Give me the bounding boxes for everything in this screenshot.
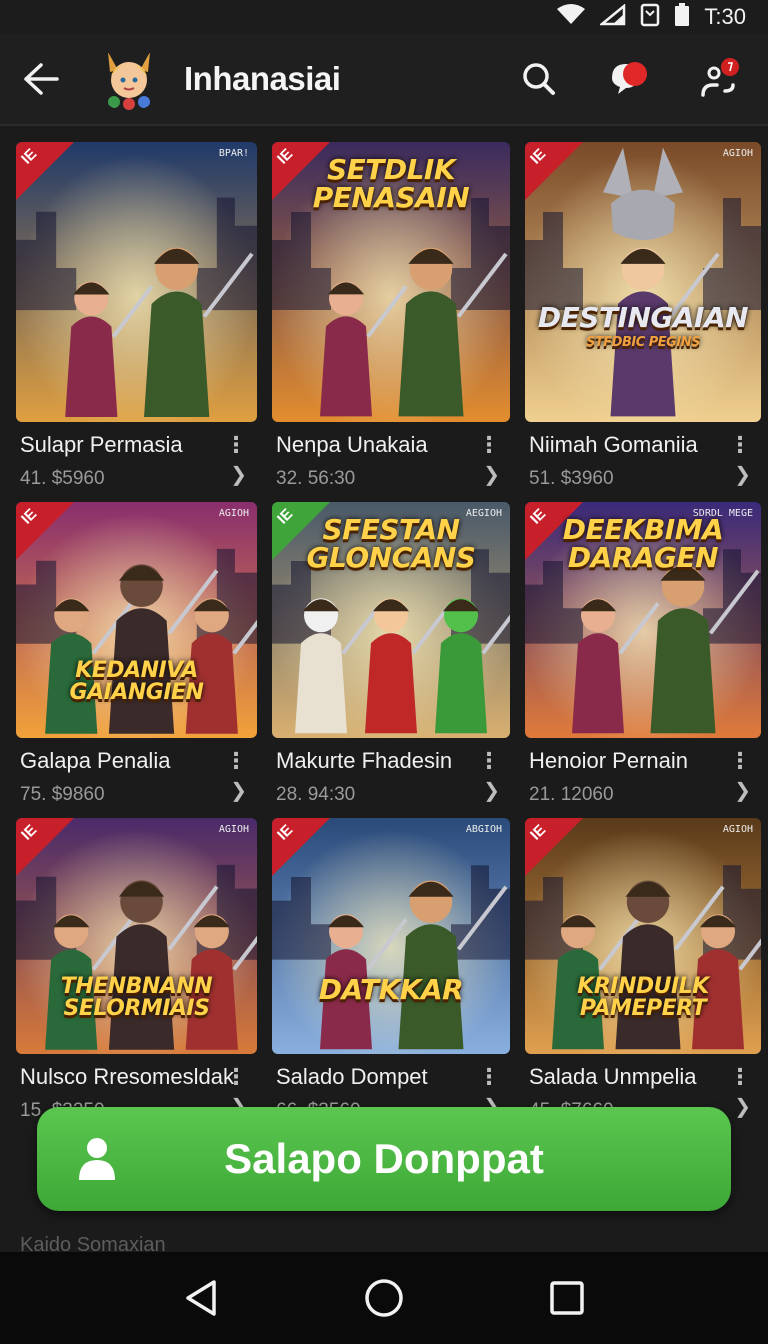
nav-recents-button[interactable] — [537, 1268, 597, 1328]
game-thumbnail[interactable]: IE AGIOH THENBNANN SELORMIAIS — [16, 818, 257, 1054]
game-info: Sulapr Permasia 41. $5960 ⋮ ❯ — [20, 432, 253, 490]
game-name: Henoior Pernain — [529, 748, 688, 773]
cover-title: DESTINGAIAN — [537, 301, 749, 335]
game-thumbnail[interactable]: IE SDRDL MEGE DEEKBIMA DARAGEN — [525, 502, 761, 738]
nav-home-icon — [365, 1279, 403, 1317]
cover-tag: AGIOH — [722, 824, 753, 835]
cover-title: DEEKBIMA DARAGEN — [562, 513, 724, 574]
game-name: Niimah Gomaniia — [529, 432, 698, 457]
game-price: 21. 12060 — [529, 784, 614, 805]
wifi-icon — [556, 3, 586, 31]
app-bar: Inhanasiai — [0, 34, 768, 126]
game-price: 32. 56:30 — [276, 468, 356, 489]
game-name: Nulsco Rresomesldak — [20, 1064, 234, 1089]
game-thumbnail[interactable]: IE ABGIOH DATKKAR — [272, 818, 510, 1054]
more-options-icon[interactable]: ⋮ — [478, 432, 500, 458]
chevron-right-icon[interactable]: ❯ — [230, 462, 247, 487]
game-thumbnail[interactable]: IE AEGIOH SFESTAN GLONCANS — [272, 502, 510, 738]
status-bar: T:30 — [0, 0, 768, 34]
cover-title: KEDANIVA GAIANGIEN — [69, 658, 204, 705]
search-button[interactable] — [514, 54, 564, 104]
game-info: Nenpa Unakaia 32. 56:30 ⋮ ❯ — [276, 432, 506, 490]
game-price: 28. 94:30 — [276, 784, 356, 805]
game-price: 51. $3960 — [529, 468, 614, 489]
game-thumbnail[interactable]: IE AGIOH KRINDUILK PAMEPERT — [525, 818, 761, 1054]
game-info: Niimah Gomaniia 51. $3960 ⋮ ❯ — [529, 432, 757, 490]
app-avatar[interactable] — [96, 46, 162, 112]
game-info: Makurte Fhadesin 28. 94:30 ⋮ ❯ — [276, 748, 506, 806]
cover-title: SFESTAN GLONCANS — [306, 513, 476, 574]
chevron-right-icon[interactable]: ❯ — [734, 778, 751, 803]
cover-tag: AGIOH — [218, 824, 249, 835]
nav-recents-icon — [549, 1281, 584, 1315]
cover-tag: ABGIOH — [465, 824, 502, 835]
chat-bubble-icon — [612, 62, 647, 94]
more-options-icon[interactable]: ⋮ — [729, 1064, 751, 1090]
more-options-icon[interactable]: ⋮ — [478, 1064, 500, 1090]
cover-title: SETDLIK PENASAIN — [312, 153, 470, 214]
more-options-icon[interactable]: ⋮ — [478, 748, 500, 774]
more-options-icon[interactable]: ⋮ — [225, 432, 247, 458]
more-options-icon[interactable]: ⋮ — [225, 1064, 247, 1090]
game-thumbnail[interactable]: IE BPAR! — [16, 142, 257, 422]
chevron-right-icon[interactable]: ❯ — [483, 778, 500, 803]
game-card[interactable]: IEABGIOHDATKKAR Salado Dompet 66. $3560 … — [272, 818, 510, 1134]
more-options-icon[interactable]: ⋮ — [729, 432, 751, 458]
cover-title: THENBNANN SELORMIAIS — [60, 974, 213, 1021]
search-icon — [523, 63, 555, 95]
cover-title: DATKKAR — [318, 973, 464, 1006]
profile-button[interactable] — [694, 54, 744, 104]
game-info: Galapa Penalia 75. $9860 ⋮ ❯ — [20, 748, 253, 806]
user-icon — [67, 1129, 127, 1189]
game-info: Henoior Pernain 21. 12060 ⋮ ❯ — [529, 748, 757, 806]
back-button[interactable] — [0, 33, 82, 125]
nav-home-button[interactable] — [354, 1268, 414, 1328]
nav-back-icon — [186, 1280, 217, 1316]
sim-icon — [640, 3, 660, 32]
game-thumbnail[interactable]: IE AGIOH KEDANIVA GAIANGIEN — [16, 502, 257, 738]
game-card[interactable]: IE SETDLIK PENASAIN Nenpa Unakaia 32. 56:… — [272, 142, 510, 502]
cover-title: KRINDUILK PAMEPERT — [577, 974, 709, 1021]
primary-action-button[interactable]: Salapo Donppat — [37, 1107, 731, 1211]
game-thumbnail[interactable]: IE SETDLIK PENASAIN — [272, 142, 510, 422]
game-card[interactable]: IE BPAR! Sulapr Permasia 41. $5960 ⋮ ❯ — [16, 142, 257, 502]
game-name: Nenpa Unakaia — [276, 432, 428, 457]
chat-button[interactable] — [604, 54, 654, 104]
chevron-right-icon[interactable]: ❯ — [734, 1094, 751, 1119]
footer-text: Kaido Somaxian — [20, 1234, 166, 1252]
system-nav-bar — [0, 1252, 768, 1344]
cover-tag: AGIOH — [722, 148, 753, 159]
cover-tag: AGIOH — [218, 508, 249, 519]
game-card[interactable]: IE AEGIOH SFESTAN GLONCANS Makurte Fhadesi… — [272, 502, 510, 818]
game-card[interactable]: IE AGIOH DESTINGAIAN STFDBIC PEGINS Niimah … — [525, 142, 761, 502]
game-card[interactable]: IE AGIOH KEDANIVA GAIANGIEN Galapa Penalia… — [16, 502, 257, 818]
back-arrow-icon — [24, 63, 59, 95]
game-price: 41. $5960 — [20, 468, 105, 489]
cover-subtitle: STFDBIC PEGINS — [586, 335, 700, 351]
app-title: Inhanasiai — [184, 60, 341, 97]
game-name: Sulapr Permasia — [20, 432, 183, 457]
game-card[interactable]: IE AGIOH THENBNANN SELORMIAIS Nulsco Rreso… — [16, 818, 257, 1134]
battery-icon — [674, 2, 690, 32]
nav-back-button[interactable] — [171, 1268, 231, 1328]
more-options-icon[interactable]: ⋮ — [225, 748, 247, 774]
game-name: Salado Dompet — [276, 1064, 428, 1089]
more-options-icon[interactable]: ⋮ — [729, 748, 751, 774]
game-name: Salada Unmpelia — [529, 1064, 697, 1089]
chevron-right-icon[interactable]: ❯ — [734, 462, 751, 487]
game-thumbnail[interactable]: IE AGIOH DESTINGAIAN STFDBIC PEGINS — [525, 142, 761, 422]
chevron-right-icon[interactable]: ❯ — [230, 778, 247, 803]
game-name: Galapa Penalia — [20, 748, 171, 773]
game-grid: IE BPAR! Sulapr Permasia 41. $5960 ⋮ ❯ IE… — [16, 142, 761, 1134]
cover-tag: BPAR! — [218, 148, 249, 159]
profile-icon — [701, 58, 739, 97]
game-card[interactable]: IE SDRDL MEGE DEEKBIMA DARAGEN Henoior Per… — [525, 502, 761, 818]
game-card[interactable]: IE AGIOH KRINDUILK PAMEPERT Salada Unmpeli… — [525, 818, 761, 1134]
status-time: T:30 — [704, 4, 746, 29]
primary-action-label: Salapo Donppat — [224, 1135, 544, 1182]
signal-icon — [598, 2, 626, 31]
chevron-right-icon[interactable]: ❯ — [483, 462, 500, 487]
game-name: Makurte Fhadesin — [276, 748, 453, 773]
game-price: 75. $9860 — [20, 784, 105, 805]
